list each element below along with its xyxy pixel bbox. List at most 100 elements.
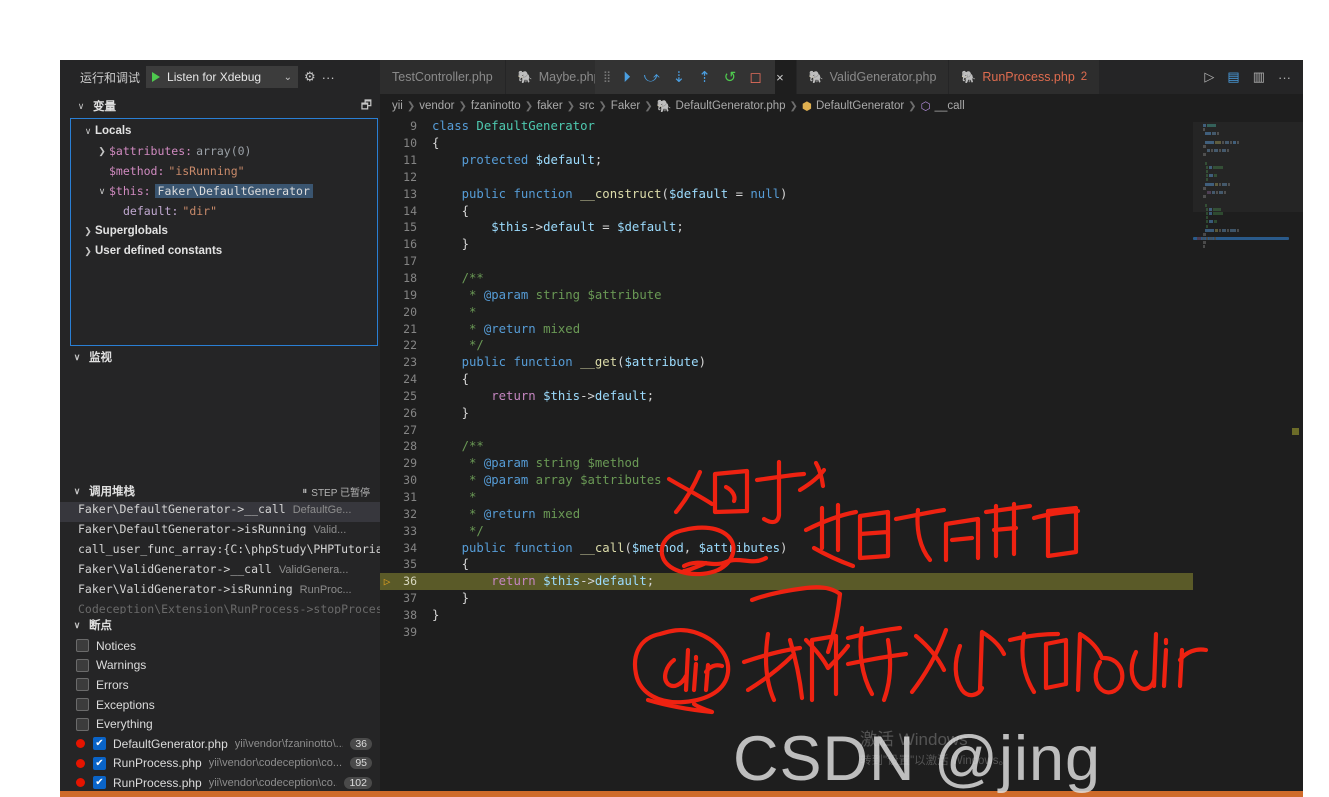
code-line[interactable]: 20 * bbox=[380, 303, 1193, 320]
callstack-frame[interactable]: Faker\ValidGenerator->__call ValidGenera… bbox=[60, 562, 380, 582]
code-line[interactable]: 24 { bbox=[380, 371, 1193, 388]
callstack-list[interactable]: Faker\DefaultGenerator->__call DefaultGe… bbox=[60, 502, 380, 614]
minimap-slider[interactable] bbox=[1193, 122, 1303, 212]
open-editors-icon[interactable]: 🗗 bbox=[361, 96, 372, 117]
code-line[interactable]: 12 bbox=[380, 169, 1193, 186]
chevron-right-icon[interactable]: ❯ bbox=[81, 226, 95, 237]
breakpoint-file-row[interactable]: ✔ RunProcess.php yii\vendor\codeception\… bbox=[60, 754, 380, 774]
code-line[interactable]: 30 * @param array $attributes bbox=[380, 472, 1193, 489]
restart-button[interactable]: ↺ bbox=[724, 70, 737, 85]
debug-more-icon[interactable]: ··· bbox=[322, 70, 335, 85]
chevron-down-icon[interactable]: ∨ bbox=[81, 126, 95, 137]
code-line[interactable]: 28 /** bbox=[380, 438, 1193, 455]
breakpoint-exception-notices[interactable]: Notices bbox=[60, 636, 380, 656]
chevron-right-icon[interactable]: ❯ bbox=[81, 246, 95, 257]
callstack-frame[interactable]: call_user_func_array:{C:\phpStudy\PHPTut… bbox=[60, 542, 380, 562]
chevron-down-icon[interactable]: ∨ bbox=[70, 486, 84, 497]
breadcrumb-item-1[interactable]: vendor bbox=[419, 100, 454, 112]
code-line[interactable]: 37 } bbox=[380, 590, 1193, 607]
variables-row-superglobals[interactable]: ❯ Superglobals bbox=[71, 221, 377, 241]
breakpoint-dot-icon[interactable] bbox=[76, 739, 85, 749]
breadcrumb-item-6[interactable]: DefaultGenerator.php bbox=[676, 100, 786, 112]
breakpoints-list[interactable]: Notices Warnings Errors Exceptions Every… bbox=[60, 636, 380, 797]
checkbox[interactable]: ✔ bbox=[93, 756, 106, 770]
variables-row-attributes[interactable]: ❯ $attributes: array(0) bbox=[71, 141, 377, 161]
code-line[interactable]: 31 * bbox=[380, 489, 1193, 506]
chevron-down-icon[interactable]: ⌄ bbox=[284, 72, 292, 83]
breakpoint-dot-icon[interactable] bbox=[76, 778, 85, 788]
minimap[interactable] bbox=[1193, 118, 1303, 797]
debug-configuration-select[interactable]: Listen for Xdebug ⌄ bbox=[146, 66, 299, 88]
variables-row-userconstants[interactable]: ❯ User defined constants bbox=[71, 241, 377, 261]
continue-button[interactable]: ⏵ bbox=[623, 70, 631, 85]
tab-validgenerator[interactable]: 🐘 ValidGenerator.php bbox=[796, 60, 950, 94]
callstack-frame[interactable]: Faker\ValidGenerator->isRunning RunProc.… bbox=[60, 582, 380, 602]
step-into-button[interactable]: ⇣ bbox=[673, 70, 686, 85]
code-line[interactable]: 11 protected $default; bbox=[380, 152, 1193, 169]
code-line[interactable]: 10 { bbox=[380, 135, 1193, 152]
chevron-down-icon[interactable]: ∨ bbox=[70, 620, 84, 631]
code-line[interactable]: 13 public function __construct($default … bbox=[380, 185, 1193, 202]
split-editor-button[interactable]: ▥ bbox=[1253, 69, 1265, 85]
code-line[interactable]: 27 bbox=[380, 421, 1193, 438]
callstack-frame[interactable]: Codeception\Extension\RunProcess->stopPr… bbox=[60, 602, 380, 614]
code-line[interactable]: 33 */ bbox=[380, 522, 1193, 539]
variables-row-locals[interactable]: ∨ Locals bbox=[71, 121, 377, 141]
code-line[interactable]: ▷ 36 return $this->default; bbox=[380, 572, 1193, 590]
code-line[interactable]: 18 /** bbox=[380, 270, 1193, 287]
code-line[interactable]: 21 * @return mixed bbox=[380, 320, 1193, 337]
breakpoints-section-header[interactable]: ∨ 断点 bbox=[60, 614, 380, 636]
code-line[interactable]: 23 public function __get($attribute) bbox=[380, 354, 1193, 371]
breakpoint-exception-errors[interactable]: Errors bbox=[60, 675, 380, 695]
breadcrumb-item-7[interactable]: DefaultGenerator bbox=[816, 100, 904, 112]
chevron-right-icon[interactable]: ❯ bbox=[95, 146, 109, 157]
code-line[interactable]: 16 } bbox=[380, 236, 1193, 253]
editor-more-button[interactable]: ··· bbox=[1278, 70, 1291, 85]
breakpoint-file-row[interactable]: ✔ RunProcess.php yii\vendor\codeception\… bbox=[60, 773, 380, 793]
checkbox[interactable] bbox=[76, 717, 89, 731]
drag-handle-icon[interactable]: ⣿ bbox=[603, 71, 611, 82]
callstack-frame[interactable]: Faker\DefaultGenerator->__call DefaultGe… bbox=[60, 502, 380, 522]
breakpoint-file-row[interactable]: ✔ DefaultGenerator.php yii\vendor\fzanin… bbox=[60, 734, 380, 754]
code-editor[interactable]: 9 class DefaultGenerator 10 {11 protected $… bbox=[380, 118, 1303, 797]
variables-row-this[interactable]: ∨ $this: Faker\DefaultGenerator bbox=[71, 181, 377, 201]
breakpoint-exception-everything[interactable]: Everything bbox=[60, 714, 380, 734]
variables-section-header[interactable]: ∨ 变量 🗗 bbox=[60, 94, 380, 118]
code-line[interactable]: 15 $this->default = $default; bbox=[380, 219, 1193, 236]
run-file-button[interactable]: ▷ bbox=[1204, 69, 1214, 85]
code-line[interactable]: 29 * @param string $method bbox=[380, 455, 1193, 472]
watch-section-header[interactable]: ∨ 监视 bbox=[60, 346, 380, 368]
breadcrumb-item-0[interactable]: yii bbox=[392, 100, 403, 112]
code-lines[interactable]: 9 class DefaultGenerator 10 {11 protected $… bbox=[380, 118, 1193, 797]
breakpoint-dot-icon[interactable] bbox=[76, 758, 85, 768]
code-line[interactable]: 19 * @param string $attribute bbox=[380, 286, 1193, 303]
code-line[interactable]: 25 return $this->default; bbox=[380, 388, 1193, 405]
step-over-button[interactable]: ⤻ bbox=[644, 70, 660, 85]
code-line[interactable]: 22 */ bbox=[380, 337, 1193, 354]
watch-list[interactable] bbox=[60, 368, 380, 480]
callstack-section-header[interactable]: ∨ 调用堆栈 ⏸ STEP 已暂停 bbox=[60, 480, 380, 502]
variables-tree[interactable]: ∨ Locals ❯ $attributes: array(0) $method… bbox=[70, 118, 378, 346]
chevron-down-icon[interactable]: ∨ bbox=[70, 352, 84, 363]
code-line[interactable]: 32 * @return mixed bbox=[380, 505, 1193, 522]
tab-runprocess[interactable]: 🐘 RunProcess.php 2 bbox=[949, 60, 1101, 94]
breadcrumb-item-5[interactable]: Faker bbox=[611, 100, 640, 112]
close-icon[interactable]: × bbox=[776, 70, 784, 85]
checkbox[interactable] bbox=[76, 658, 89, 672]
variables-row-default[interactable]: default: "dir" bbox=[71, 201, 377, 221]
code-line[interactable]: 34 public function __call($method, $attr… bbox=[380, 539, 1193, 556]
breadcrumb-item-4[interactable]: src bbox=[579, 100, 594, 112]
split-preview-button[interactable]: ▤ bbox=[1227, 69, 1239, 85]
variables-row-method[interactable]: $method: "isRunning" bbox=[71, 161, 377, 181]
code-line[interactable]: 38} bbox=[380, 606, 1193, 623]
checkbox[interactable]: ✔ bbox=[93, 776, 106, 790]
chevron-down-icon[interactable]: ∨ bbox=[95, 186, 109, 197]
checkbox[interactable] bbox=[76, 678, 89, 692]
code-line[interactable]: 39 bbox=[380, 623, 1193, 640]
gear-icon[interactable]: ⚙ bbox=[304, 69, 316, 85]
breadcrumb-item-8[interactable]: __call bbox=[935, 100, 965, 112]
code-line[interactable]: 26 } bbox=[380, 404, 1193, 421]
code-line[interactable]: 14 { bbox=[380, 202, 1193, 219]
step-out-button[interactable]: ⇡ bbox=[698, 70, 711, 85]
checkbox[interactable] bbox=[76, 698, 89, 712]
